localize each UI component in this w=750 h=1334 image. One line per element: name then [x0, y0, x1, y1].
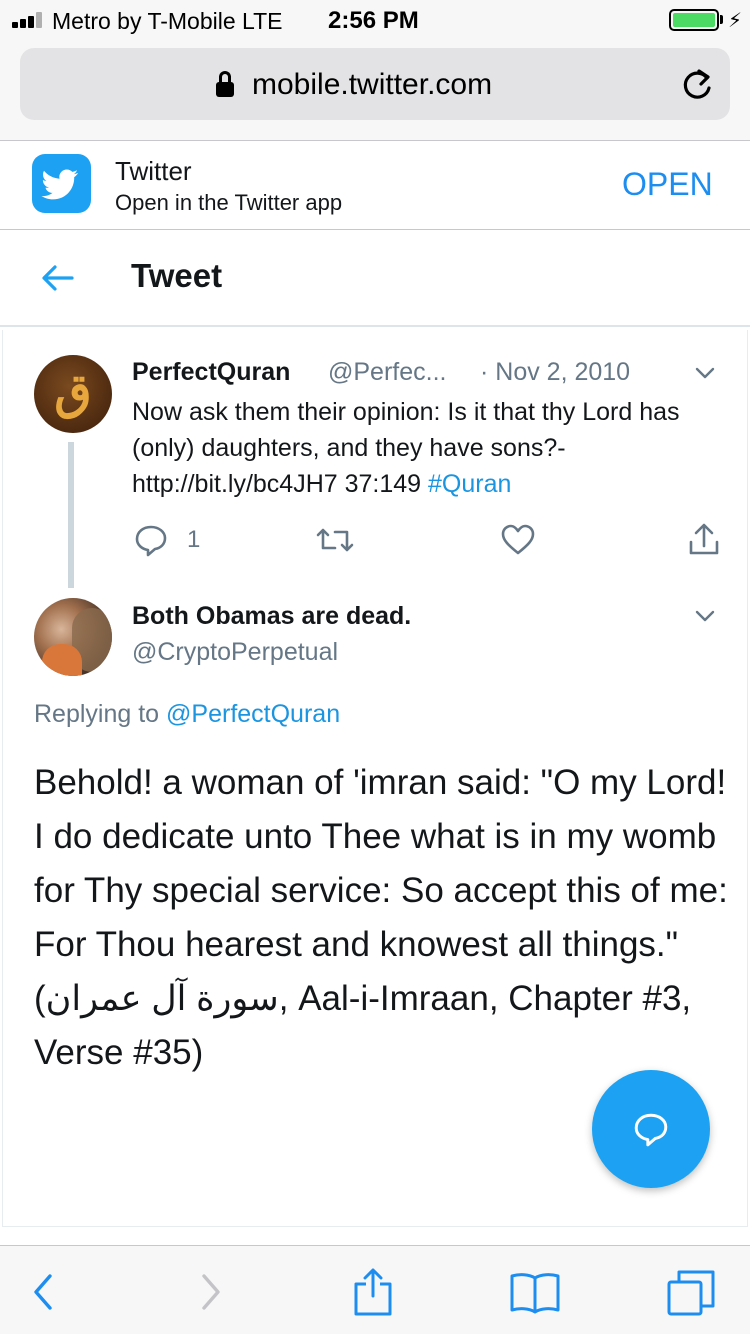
page-title: Tweet: [131, 257, 223, 294]
thread-connector: [68, 442, 74, 588]
reply-bubble-icon: [634, 1113, 668, 1147]
twitter-bird-icon: [32, 154, 91, 213]
tweet-author-handle[interactable]: @Perfec...: [328, 358, 446, 387]
battery-icon: [669, 9, 719, 31]
forward-icon: [202, 1274, 220, 1310]
tweet-author-name[interactable]: Both Obamas are dead.: [132, 602, 411, 631]
bookmarks-icon: [510, 1273, 560, 1314]
browser-bookmarks-button[interactable]: [507, 1266, 563, 1320]
tweet-text-body: Now ask them their opinion: Is it that t…: [132, 398, 680, 498]
share-icon: [689, 523, 719, 555]
status-bar: Metro by T-Mobile LTE 2:56 PM ⚡︎: [0, 0, 750, 40]
tweet-text: Behold! a woman of 'imran said: "O my Lo…: [34, 763, 728, 1072]
tabs-icon: [667, 1270, 715, 1316]
retweet-icon: [316, 528, 354, 552]
back-icon: [34, 1274, 52, 1310]
share-tweet-button[interactable]: [686, 522, 722, 558]
lock-icon: [216, 71, 234, 97]
battery-tip: [720, 15, 723, 24]
heart-icon: [501, 524, 535, 555]
charging-icon: ⚡︎: [728, 10, 743, 32]
share-icon: [354, 1268, 392, 1316]
hashtag-link[interactable]: #Quran: [428, 470, 511, 498]
avatar-glyph: ق: [54, 364, 92, 420]
chevron-down-icon[interactable]: [693, 363, 717, 383]
address-bar[interactable]: mobile.twitter.com: [20, 48, 730, 120]
browser-share-button[interactable]: [347, 1266, 403, 1320]
clock: 2:56 PM: [328, 7, 419, 34]
banner-app-name: Twitter: [115, 156, 192, 186]
reload-icon[interactable]: [680, 68, 714, 102]
reply-count: 1: [187, 526, 201, 553]
replying-to: Replying to @PerfectQuran: [34, 700, 340, 729]
chevron-down-icon[interactable]: [693, 606, 717, 626]
tweet-date[interactable]: · Nov 2, 2010: [480, 358, 630, 387]
url-text: mobile.twitter.com: [252, 68, 493, 101]
tweet-text: Now ask them their opinion: Is it that t…: [132, 394, 732, 502]
browser-toolbar: [0, 1245, 750, 1334]
browser-address-area: mobile.twitter.com: [0, 40, 750, 141]
back-arrow-icon[interactable]: [40, 260, 76, 296]
banner-subtitle: Open in the Twitter app: [115, 190, 343, 215]
retweet-button[interactable]: [315, 522, 355, 558]
app-banner: Twitter Open in the Twitter app OPEN: [0, 142, 750, 230]
like-button[interactable]: [500, 522, 536, 558]
replying-prefix: Replying to: [34, 700, 167, 728]
browser-back-button[interactable]: [28, 1266, 84, 1320]
tweet-author-name[interactable]: PerfectQuran: [132, 358, 290, 387]
reply-icon: [135, 525, 167, 557]
tweet-author-handle[interactable]: @CryptoPerpetual: [132, 638, 338, 667]
carrier-label: Metro by T-Mobile LTE: [52, 8, 283, 34]
page-header: Tweet: [0, 230, 750, 327]
reply-button[interactable]: [133, 522, 169, 558]
signal-strength-icon: [12, 12, 46, 28]
page: Metro by T-Mobile LTE 2:56 PM ⚡︎ mobile.…: [0, 0, 750, 1334]
avatar[interactable]: [34, 598, 112, 676]
open-app-button[interactable]: OPEN: [622, 166, 713, 203]
browser-tabs-button[interactable]: [664, 1266, 720, 1320]
avatar[interactable]: ق: [34, 355, 112, 433]
compose-reply-button[interactable]: [592, 1070, 710, 1188]
browser-forward-button[interactable]: [192, 1266, 248, 1320]
mention-link[interactable]: @PerfectQuran: [166, 700, 340, 728]
